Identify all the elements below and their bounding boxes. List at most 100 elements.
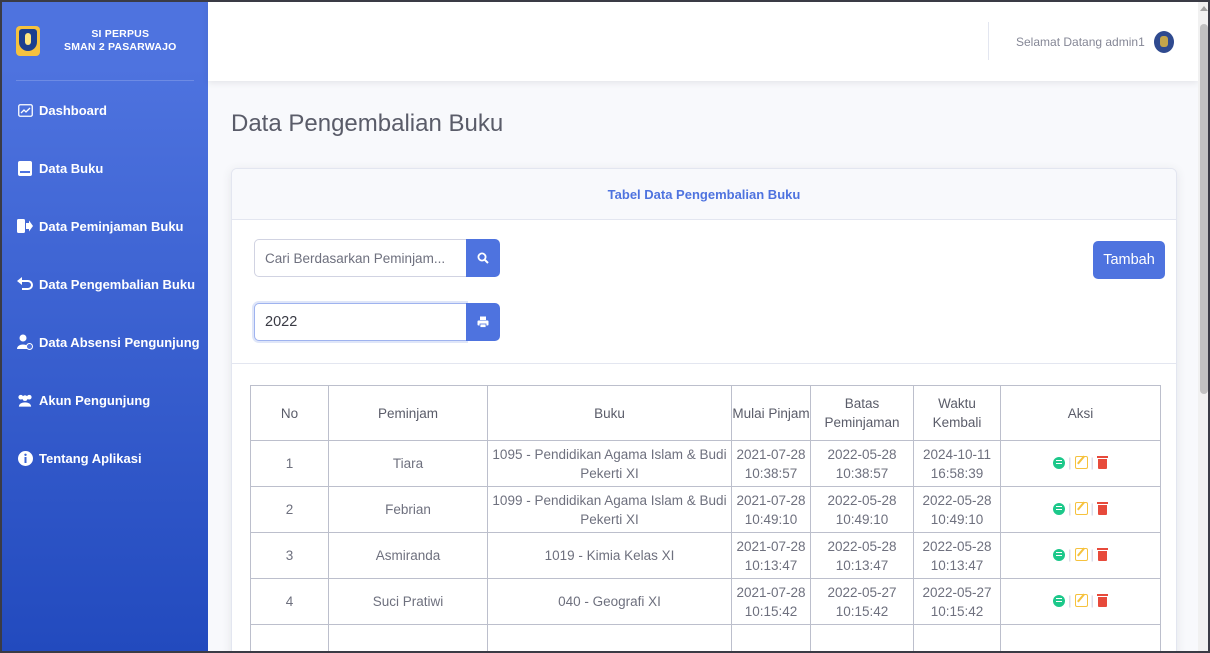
info-circle-icon (17, 450, 33, 466)
brand-title: SI PERPUS (91, 28, 150, 40)
scrollbar[interactable] (1198, 2, 1210, 653)
cell-peminjam: Febrian (328, 486, 488, 533)
sidebar-brand[interactable]: SI PERPUS SMAN 2 PASARWAJO (2, 2, 208, 80)
returns-table: No Peminjam Buku Mulai Pinjam Batas Pemi… (250, 385, 1161, 653)
cell-empty (487, 624, 732, 653)
cell-no: 1 (250, 440, 329, 487)
sidebar: SI PERPUS SMAN 2 PASARWAJO Dashboard Dat… (2, 2, 208, 653)
cell-empty (810, 624, 914, 653)
welcome-text[interactable]: Selamat Datang admin1 (1016, 35, 1145, 49)
search-group (254, 239, 500, 277)
table-row: 1 Tiara 1095 - Pendidikan Agama Islam & … (250, 440, 1161, 487)
return-data-card: Tabel Data Pengembalian Buku Tambah No P… (231, 168, 1177, 653)
cell-empty (913, 624, 1001, 653)
cell-no: 4 (250, 578, 329, 625)
edit-icon[interactable] (1074, 548, 1088, 562)
cell-empty (328, 624, 488, 653)
cell-empty (250, 624, 329, 653)
sidebar-item-label: Data Buku (39, 160, 104, 176)
user-avatar[interactable] (1154, 31, 1174, 53)
edit-icon[interactable] (1074, 594, 1088, 608)
cell-empty (1000, 624, 1161, 653)
search-input[interactable] (254, 239, 466, 277)
book-icon (17, 160, 33, 176)
detail-icon[interactable] (1053, 548, 1066, 561)
user-clock-icon (17, 334, 33, 350)
school-logo-icon (16, 26, 40, 56)
sidebar-item-data-pengembalian[interactable]: Data Pengembalian Buku (2, 255, 208, 313)
cell-aksi: | | (1000, 532, 1161, 579)
cell-batas-peminjaman: 2022-05-27 10:15:42 (810, 578, 914, 625)
table-row: 4 Suci Pratiwi 040 - Geografi XI 2021-07… (250, 578, 1161, 625)
brand-text: SI PERPUS SMAN 2 PASARWAJO (64, 28, 177, 54)
sidebar-item-tentang[interactable]: Tentang Aplikasi (2, 429, 208, 487)
edit-icon[interactable] (1074, 456, 1088, 470)
sidebar-item-label: Data Pengembalian Buku (39, 276, 196, 292)
delete-icon[interactable] (1096, 456, 1108, 470)
page-title: Data Pengembalian Buku (231, 110, 504, 137)
cell-mulai-pinjam: 2021-07-28 10:13:47 (731, 532, 811, 579)
detail-icon[interactable] (1053, 456, 1066, 469)
delete-icon[interactable] (1096, 594, 1108, 608)
scroll-up-arrow-icon[interactable] (1200, 6, 1208, 11)
cell-aksi: | | (1000, 486, 1161, 533)
cell-waktu-kembali: 2024-10-11 16:58:39 (913, 440, 1001, 487)
brand-subtitle: SMAN 2 PASARWAJO (64, 41, 177, 53)
cell-peminjam: Suci Pratiwi (328, 578, 488, 625)
card-divider (232, 363, 1176, 364)
cell-waktu-kembali: 2022-05-28 10:13:47 (913, 532, 1001, 579)
sidebar-item-label: Data Peminjaman Buku (39, 218, 184, 234)
sidebar-item-label: Dashboard (39, 102, 107, 118)
sidebar-item-dashboard[interactable]: Dashboard (2, 81, 208, 139)
col-peminjam: Peminjam (328, 385, 488, 441)
print-icon (477, 316, 489, 328)
search-button[interactable] (466, 239, 500, 277)
cell-waktu-kembali: 2022-05-27 10:15:42 (913, 578, 1001, 625)
card-header: Tabel Data Pengembalian Buku (232, 169, 1176, 220)
cell-aksi: | | (1000, 578, 1161, 625)
cell-no: 2 (250, 486, 329, 533)
cell-no: 3 (250, 532, 329, 579)
users-icon (17, 392, 33, 408)
cell-peminjam: Tiara (328, 440, 488, 487)
sidebar-item-label: Data Absensi Pengunjung (39, 334, 200, 350)
sidebar-item-label: Tentang Aplikasi (39, 450, 142, 466)
col-no: No (250, 385, 329, 441)
cell-buku: 1095 - Pendidikan Agama Islam & Budi Pek… (487, 440, 732, 487)
cell-waktu-kembali: 2022-05-28 10:49:10 (913, 486, 1001, 533)
table-header-row: No Peminjam Buku Mulai Pinjam Batas Pemi… (250, 385, 1161, 441)
edit-icon[interactable] (1074, 502, 1088, 516)
cell-batas-peminjaman: 2022-05-28 10:13:47 (810, 532, 914, 579)
detail-icon[interactable] (1053, 594, 1066, 607)
col-batas-peminjaman: Batas Peminjaman (810, 385, 914, 441)
cell-mulai-pinjam: 2021-07-28 10:38:57 (731, 440, 811, 487)
detail-icon[interactable] (1053, 502, 1066, 515)
sidebar-item-akun[interactable]: Akun Pengunjung (2, 371, 208, 429)
delete-icon[interactable] (1096, 502, 1108, 516)
sidebar-item-data-buku[interactable]: Data Buku (2, 139, 208, 197)
cell-mulai-pinjam: 2021-07-28 10:49:10 (731, 486, 811, 533)
sign-out-icon (17, 218, 33, 234)
cell-empty (731, 624, 811, 653)
year-input[interactable] (254, 303, 466, 341)
col-waktu-kembali: Waktu Kembali (913, 385, 1001, 441)
scroll-thumb[interactable] (1200, 24, 1208, 394)
cell-batas-peminjaman: 2022-05-28 10:38:57 (810, 440, 914, 487)
sidebar-item-data-peminjaman[interactable]: Data Peminjaman Buku (2, 197, 208, 255)
table-row: 3 Asmiranda 1019 - Kimia Kelas XI 2021-0… (250, 532, 1161, 579)
topbar-divider (988, 22, 989, 60)
cell-aksi: | | (1000, 440, 1161, 487)
add-button[interactable]: Tambah (1093, 241, 1165, 279)
print-button[interactable] (466, 303, 500, 341)
delete-icon[interactable] (1096, 548, 1108, 562)
cell-buku: 1099 - Pendidikan Agama Islam & Budi Pek… (487, 486, 732, 533)
col-mulai-pinjam: Mulai Pinjam (731, 385, 811, 441)
chart-area-icon (17, 102, 33, 118)
table-row (250, 624, 1161, 653)
cell-batas-peminjaman: 2022-05-28 10:49:10 (810, 486, 914, 533)
sidebar-item-absensi[interactable]: Data Absensi Pengunjung (2, 313, 208, 371)
col-aksi: Aksi (1000, 385, 1161, 441)
cell-peminjam: Asmiranda (328, 532, 488, 579)
cell-buku: 040 - Geografi XI (487, 578, 732, 625)
cell-buku: 1019 - Kimia Kelas XI (487, 532, 732, 579)
